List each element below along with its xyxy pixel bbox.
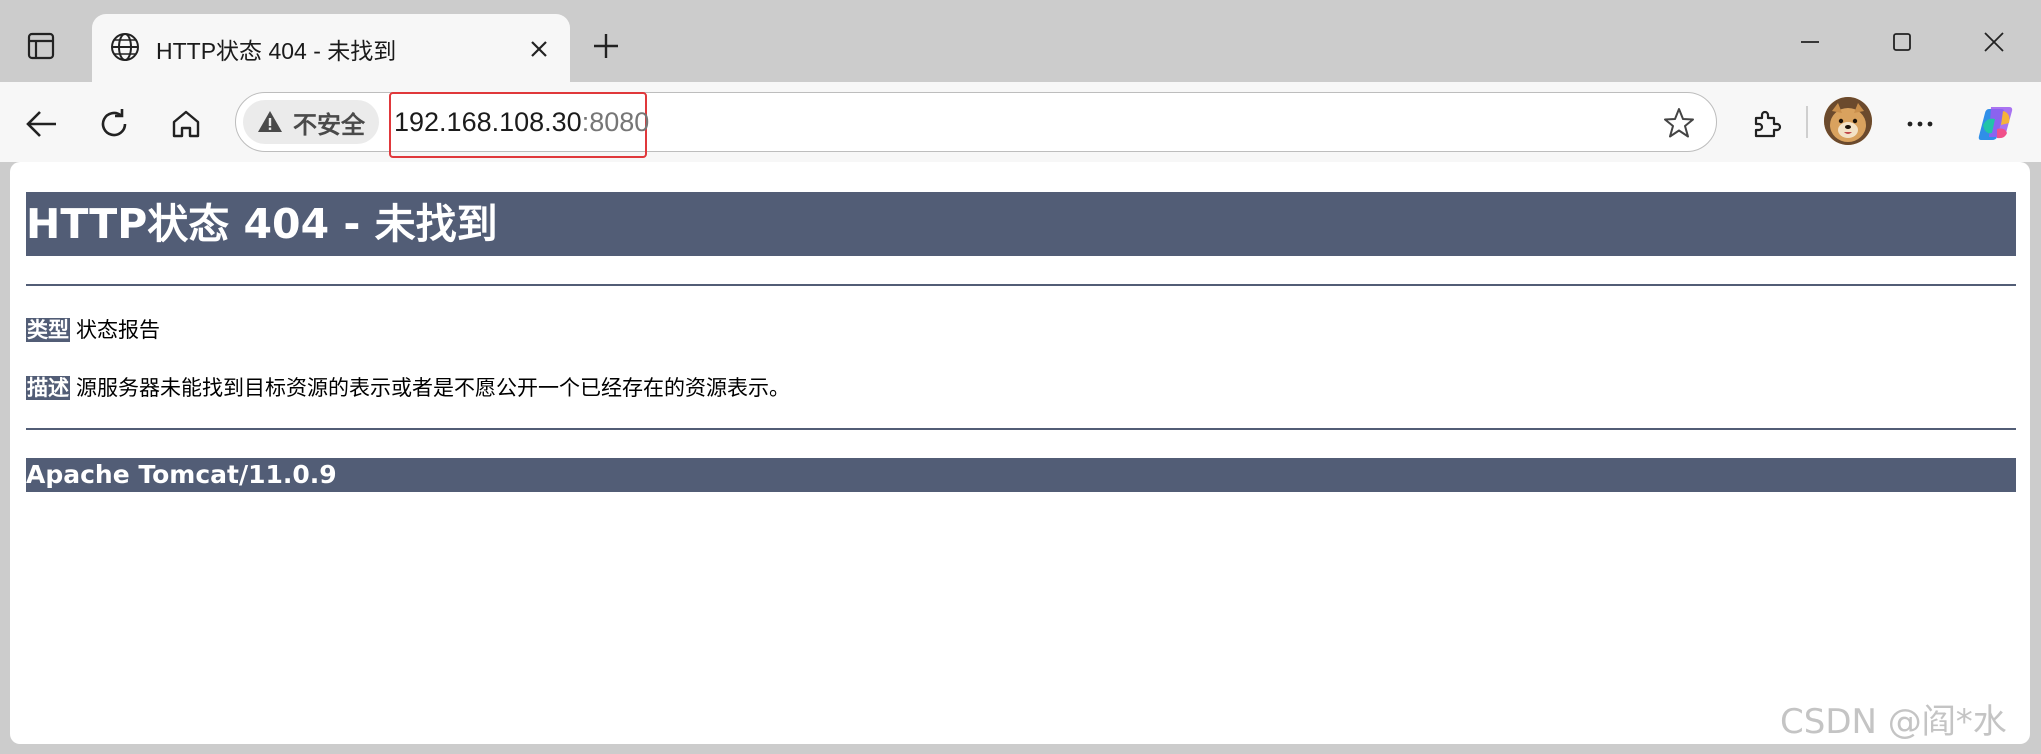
back-arrow-icon <box>26 111 56 137</box>
type-value: 状态报告 <box>76 318 160 342</box>
close-window-button[interactable] <box>1966 20 2022 64</box>
browser-window: HTTP状态 404 - 未找到 不安全 192.168.108.30:8080… <box>0 0 2041 754</box>
tab-title: HTTP状态 404 - 未找到 <box>156 38 397 64</box>
dog-avatar-icon <box>1824 97 1872 145</box>
description-row: 描述 源服务器未能找到目标资源的表示或者是不愿公开一个已经存在的资源表示。 <box>26 372 790 402</box>
toolbar-divider <box>1806 106 1808 138</box>
url-text[interactable]: 192.168.108.30:8080 <box>394 107 649 138</box>
page-viewport: HTTP状态 404 - 未找到 类型 状态报告 描述 源服务器未能找到目标资源的表… <box>10 162 2030 744</box>
active-tab[interactable]: HTTP状态 404 - 未找到 <box>92 14 570 82</box>
copilot-button[interactable] <box>1972 100 2020 148</box>
plus-icon <box>594 34 618 58</box>
profile-avatar[interactable] <box>1824 97 1872 145</box>
type-row: 类型 状态报告 <box>26 314 160 344</box>
back-button[interactable] <box>18 100 66 148</box>
tab-actions-icon <box>27 32 55 60</box>
type-label: 类型 <box>26 318 70 342</box>
close-tab-button[interactable] <box>524 34 554 64</box>
reload-button[interactable] <box>90 100 138 148</box>
globe-icon <box>111 33 139 61</box>
security-label: 不安全 <box>293 110 365 139</box>
url-port: :8080 <box>581 107 650 137</box>
minimize-button[interactable] <box>1782 20 1838 64</box>
description-label: 描述 <box>26 376 70 400</box>
more-icon <box>1907 121 1933 127</box>
new-tab-button[interactable] <box>586 26 626 66</box>
watermark: CSDN @阎*水 <box>1780 702 2007 742</box>
divider <box>26 428 2016 430</box>
close-icon <box>531 41 547 57</box>
description-value: 源服务器未能找到目标资源的表示或者是不愿公开一个已经存在的资源表示。 <box>76 376 790 400</box>
star-icon <box>1664 108 1694 138</box>
home-icon <box>172 110 200 138</box>
url-host: 192.168.108.30 <box>394 107 582 137</box>
close-icon <box>1984 32 2004 52</box>
divider <box>26 284 2016 286</box>
tab-strip: HTTP状态 404 - 未找到 <box>0 0 2041 82</box>
address-bar[interactable]: 不安全 192.168.108.30:8080 <box>235 92 1717 158</box>
puzzle-icon <box>1754 110 1782 138</box>
more-options-button[interactable] <box>1896 100 1944 148</box>
favorite-button[interactable] <box>1661 105 1697 141</box>
server-version-footer: Apache Tomcat/11.0.9 <box>26 458 2016 492</box>
extensions-button[interactable] <box>1742 100 1790 148</box>
navigation-toolbar: 不安全 192.168.108.30:8080 <box>0 82 2041 162</box>
reload-icon <box>101 109 127 137</box>
page-heading: HTTP状态 404 - 未找到 <box>26 192 2016 256</box>
tab-actions-button[interactable] <box>18 26 64 66</box>
maximize-icon <box>1893 33 1911 51</box>
maximize-button[interactable] <box>1874 20 1930 64</box>
home-button[interactable] <box>162 100 210 148</box>
copilot-icon <box>1978 107 2013 140</box>
minimize-icon <box>1801 41 1819 43</box>
security-indicator[interactable]: 不安全 <box>243 100 379 144</box>
warning-icon <box>258 111 282 132</box>
